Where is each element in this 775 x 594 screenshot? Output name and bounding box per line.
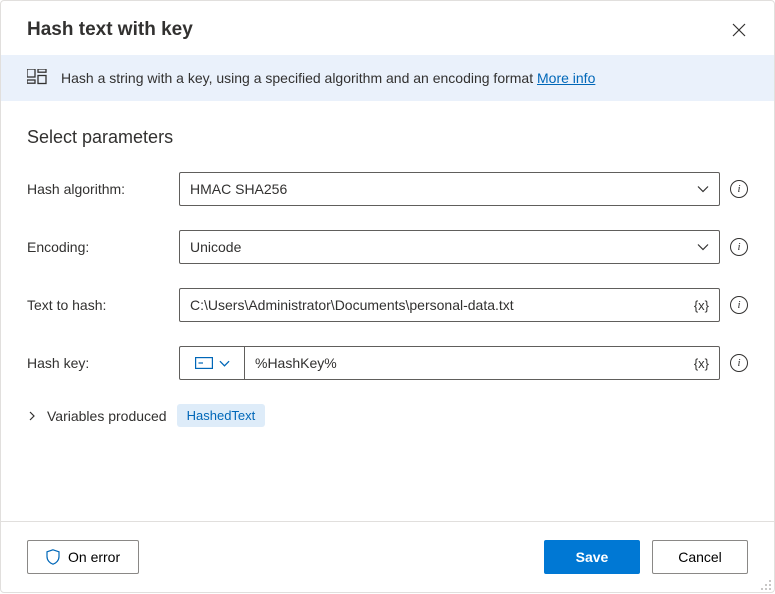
algorithm-select[interactable]: HMAC SHA256 bbox=[179, 172, 720, 206]
field-row-text: Text to hash: C:\Users\Administrator\Doc… bbox=[27, 288, 748, 322]
shield-icon bbox=[46, 549, 60, 565]
encoding-select[interactable]: Unicode bbox=[179, 230, 720, 264]
field-row-encoding: Encoding: Unicode i bbox=[27, 230, 748, 264]
text-value: C:\Users\Administrator\Documents\persona… bbox=[190, 297, 694, 313]
algorithm-label: Hash algorithm: bbox=[27, 181, 167, 197]
dialog-title: Hash text with key bbox=[27, 19, 193, 41]
variables-produced-row: Variables produced HashedText bbox=[27, 404, 748, 427]
insert-variable-button[interactable]: {x} bbox=[694, 298, 709, 313]
variable-badge[interactable]: HashedText bbox=[177, 404, 266, 427]
field-row-key: Hash key: %HashKey% {x} i bbox=[27, 346, 748, 380]
close-icon bbox=[732, 23, 746, 37]
key-info-button[interactable]: i bbox=[730, 354, 748, 372]
info-banner: Hash a string with a key, using a specif… bbox=[1, 55, 774, 101]
cancel-button[interactable]: Cancel bbox=[652, 540, 748, 574]
algorithm-info-button[interactable]: i bbox=[730, 180, 748, 198]
key-input[interactable]: %HashKey% {x} bbox=[245, 346, 720, 380]
banner-text: Hash a string with a key, using a specif… bbox=[61, 70, 595, 86]
key-label: Hash key: bbox=[27, 355, 167, 371]
chevron-down-icon bbox=[219, 358, 230, 369]
text-input[interactable]: C:\Users\Administrator\Documents\persona… bbox=[179, 288, 720, 322]
variables-toggle[interactable] bbox=[27, 411, 37, 421]
dialog-header: Hash text with key bbox=[1, 1, 774, 55]
encoding-value: Unicode bbox=[190, 239, 697, 255]
resize-handle[interactable] bbox=[760, 578, 772, 590]
field-row-algorithm: Hash algorithm: HMAC SHA256 i bbox=[27, 172, 748, 206]
encoding-label: Encoding: bbox=[27, 239, 167, 255]
text-label: Text to hash: bbox=[27, 297, 167, 313]
dialog-content: Select parameters Hash algorithm: HMAC S… bbox=[1, 101, 774, 521]
insert-variable-button[interactable]: {x} bbox=[694, 356, 709, 371]
key-value: %HashKey% bbox=[255, 355, 694, 371]
variables-label[interactable]: Variables produced bbox=[47, 408, 167, 424]
close-button[interactable] bbox=[730, 21, 748, 39]
encoding-info-button[interactable]: i bbox=[730, 238, 748, 256]
chevron-down-icon bbox=[697, 241, 709, 253]
on-error-button[interactable]: On error bbox=[27, 540, 139, 574]
text-input-icon bbox=[195, 357, 213, 369]
hash-action-icon bbox=[27, 69, 47, 87]
chevron-down-icon bbox=[697, 183, 709, 195]
chevron-right-icon bbox=[27, 411, 37, 421]
key-type-selector[interactable] bbox=[179, 346, 245, 380]
text-info-button[interactable]: i bbox=[730, 296, 748, 314]
save-button[interactable]: Save bbox=[544, 540, 640, 574]
dialog-footer: On error Save Cancel bbox=[1, 521, 774, 592]
section-title: Select parameters bbox=[27, 127, 748, 148]
more-info-link[interactable]: More info bbox=[537, 70, 595, 86]
algorithm-value: HMAC SHA256 bbox=[190, 181, 697, 197]
